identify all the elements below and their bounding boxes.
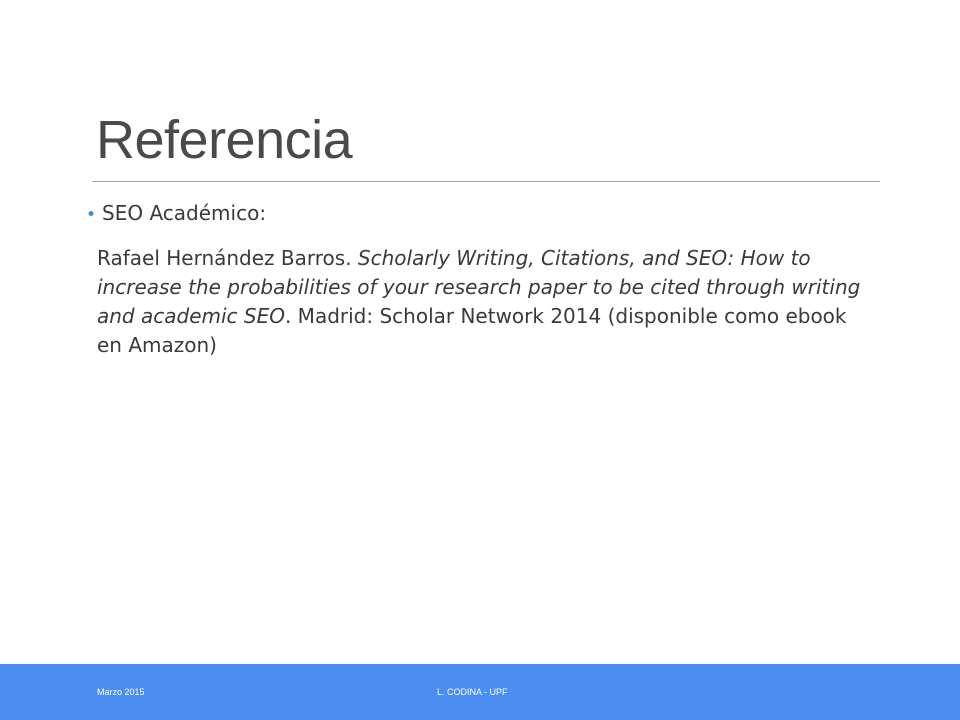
footer-bar: Marzo 2015 L. CODINA - UPF	[0, 664, 960, 720]
title-divider	[92, 181, 880, 182]
slide: Referencia • SEO Académico: Rafael Hernán…	[0, 0, 960, 720]
reference-author: Rafael Hernández Barros.	[97, 246, 358, 270]
bullet-item: • SEO Académico:	[86, 198, 266, 230]
reference-paragraph: Rafael Hernández Barros. Scholarly Writi…	[97, 244, 877, 360]
slide-title: Referencia	[96, 110, 353, 170]
footer-author: L. CODINA - UPF	[437, 687, 508, 697]
bullet-text: SEO Académico:	[102, 201, 267, 225]
footer-date: Marzo 2015	[97, 687, 145, 697]
bullet-dot-icon: •	[86, 205, 97, 225]
